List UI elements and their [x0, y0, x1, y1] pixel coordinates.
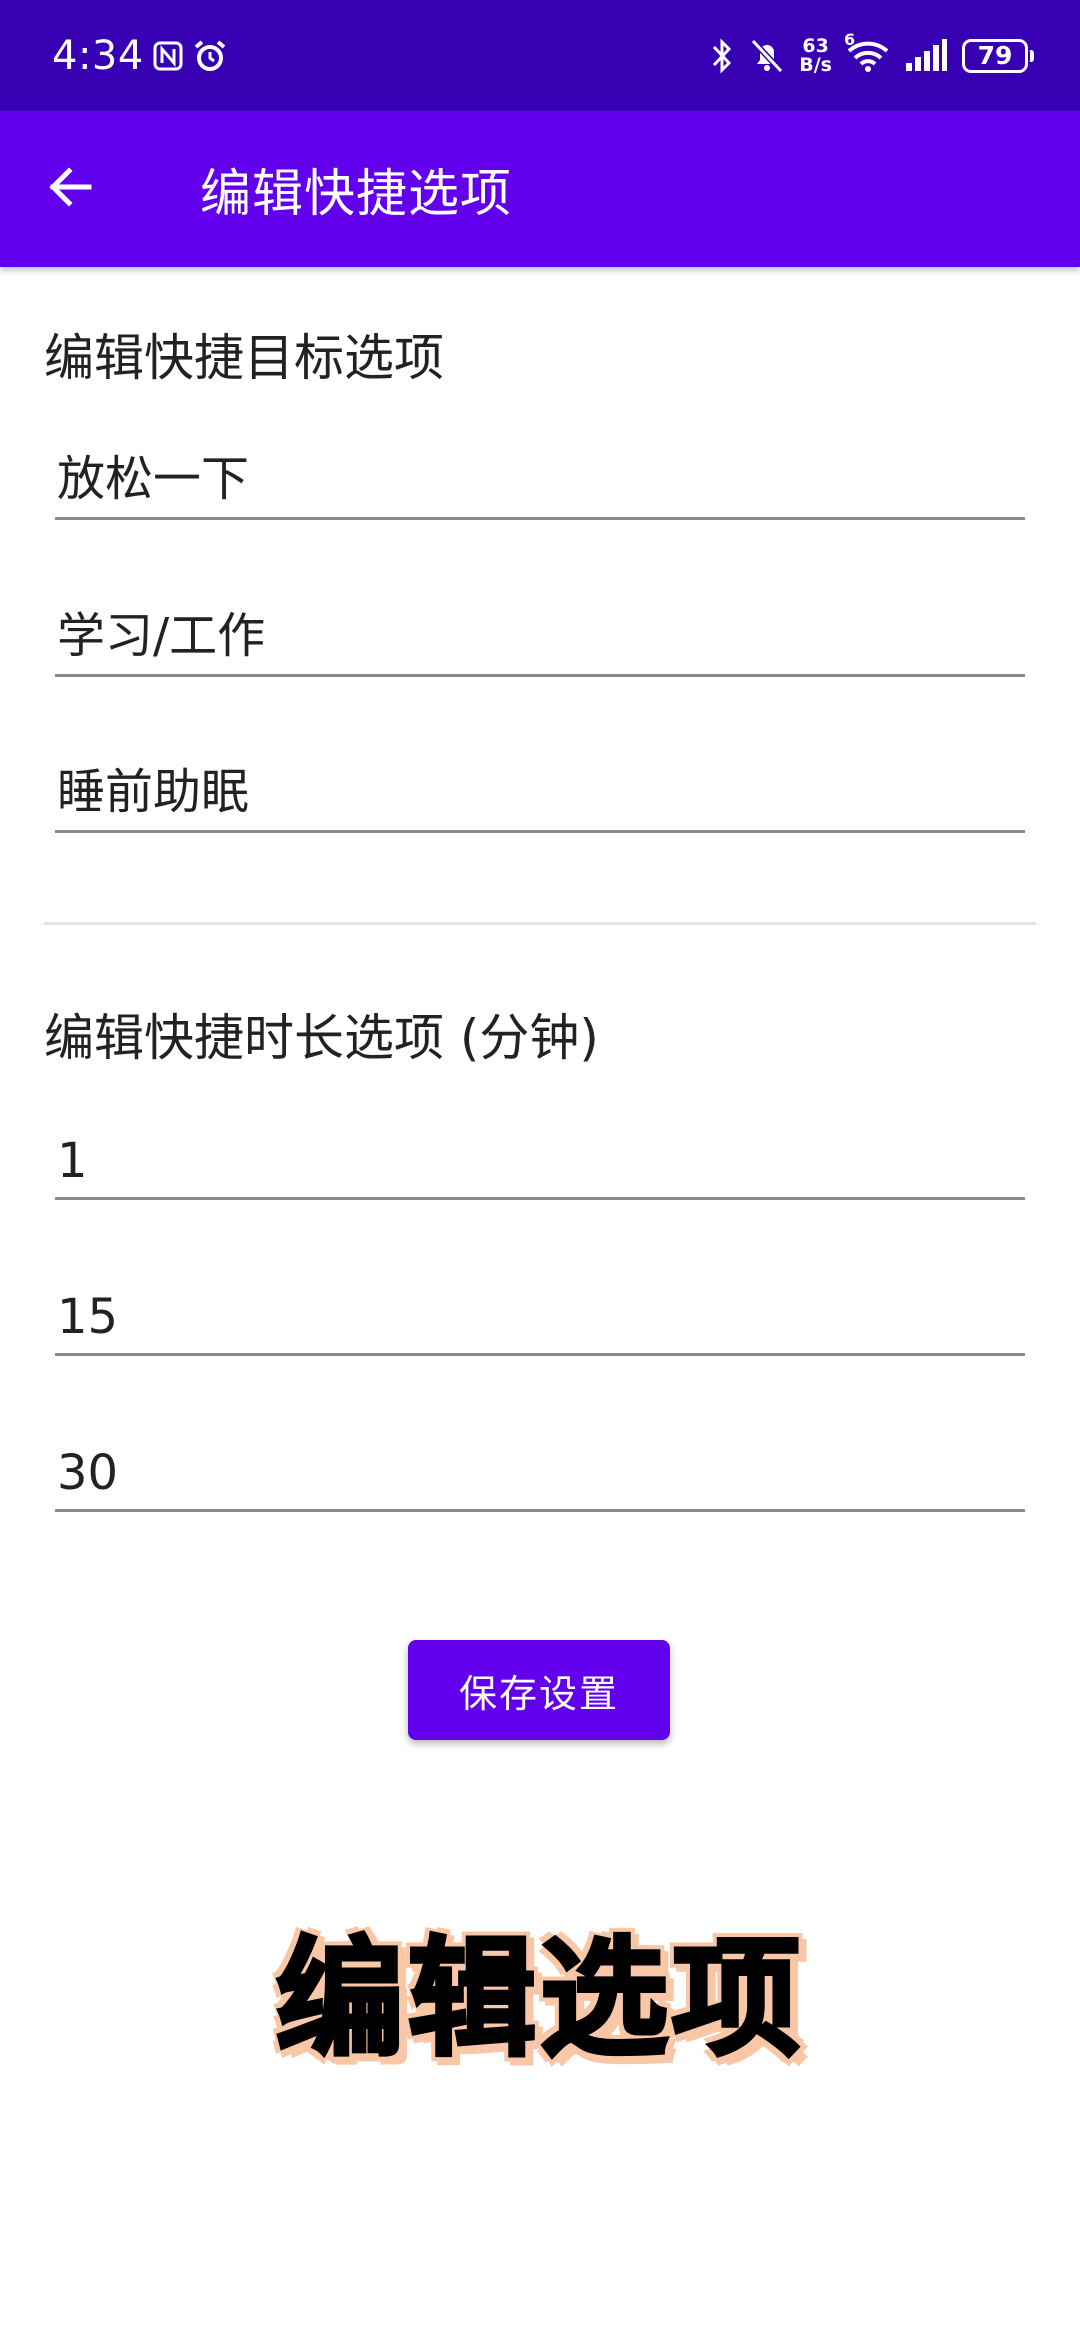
goal-field-1[interactable]: 放松一下: [55, 440, 1025, 520]
battery-icon: 79: [962, 38, 1034, 73]
goal-field-2[interactable]: 学习/工作: [55, 597, 1025, 677]
duration-field-3[interactable]: 30: [55, 1432, 1025, 1512]
back-button[interactable]: [30, 149, 110, 229]
overlay-caption: 编辑选项: [274, 1922, 804, 2076]
wifi-icon: 6: [844, 30, 890, 74]
bell-off-icon: [749, 37, 785, 75]
page-title: 编辑快捷选项: [200, 165, 513, 224]
network-speed-value: 63: [802, 34, 829, 57]
network-speed: 63 B/s: [799, 34, 832, 76]
arrow-left-icon: [45, 162, 95, 216]
status-bar: 4:34 63 B/s 6 79: [0, 0, 1080, 111]
nfc-icon: [152, 40, 184, 72]
bluetooth-icon: [709, 37, 735, 75]
battery-level: 79: [977, 41, 1013, 70]
duration-section-title: 编辑快捷时长选项 (分钟): [44, 1009, 599, 1067]
status-time: 4:34: [52, 32, 144, 79]
app-bar: 编辑快捷选项: [0, 111, 1080, 267]
signal-icon: [904, 38, 948, 73]
goal-section-title: 编辑快捷目标选项: [44, 329, 444, 387]
wifi-badge: 6: [844, 29, 856, 49]
network-speed-unit: B/s: [799, 53, 832, 76]
duration-field-2[interactable]: 15: [55, 1276, 1025, 1356]
status-left: 4:34: [52, 0, 228, 111]
status-right: 63 B/s 6 79: [709, 0, 1034, 111]
duration-field-1[interactable]: 1: [55, 1120, 1025, 1200]
section-divider: [44, 922, 1036, 925]
goal-field-3[interactable]: 睡前助眠: [55, 753, 1025, 833]
save-button[interactable]: 保存设置: [408, 1640, 670, 1740]
alarm-icon: [192, 38, 228, 74]
